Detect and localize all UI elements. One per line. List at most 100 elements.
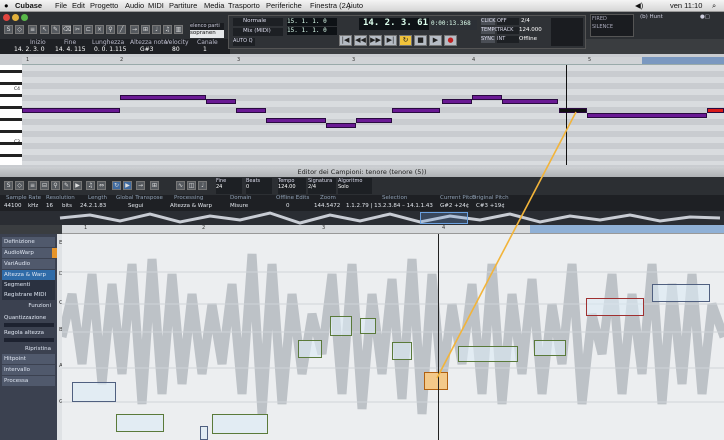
draw-tool-icon[interactable]: ✎ [51,25,60,34]
right-locator[interactable]: 15. 1. 1. 0 [287,27,337,35]
apple-icon[interactable]: ● [4,1,9,10]
range-tool-icon[interactable]: ⊟ [40,181,49,190]
bpm-display[interactable]: 124.000 [519,27,549,34]
time-display[interactable]: 0:00:13.368 [431,20,477,30]
inspector-definizione[interactable]: Definizione [2,237,55,247]
go-to-end-button[interactable]: ▶| [384,35,397,46]
value-global-transpose[interactable]: Segui [128,203,143,209]
inspector-quantizzazione[interactable]: Quantizzazione altezza [2,314,55,329]
volume-icon[interactable]: ◀) [635,1,643,10]
show-info-icon[interactable]: ≡ [28,25,37,34]
overview-view-rectangle[interactable] [420,212,468,224]
signature-display[interactable]: 2/4 [521,18,549,25]
menu-media[interactable]: Media [204,1,224,10]
pitch-segment-red[interactable] [586,298,644,316]
menu-periferiche[interactable]: Periferiche [266,1,302,10]
play-button[interactable]: ▶ [123,181,132,190]
left-locator[interactable]: 15. 1. 1. 0 [287,18,337,26]
midi-note[interactable] [326,123,356,128]
listen-button[interactable]: ◇ [15,25,24,34]
quantize-slider[interactable] [4,323,54,327]
quantize-icon[interactable]: ♩ [152,25,161,34]
rewind-button[interactable]: ◀◀ [354,35,367,46]
playhead-cursor[interactable] [566,65,567,165]
pitch-segment[interactable] [200,426,208,440]
solo-button[interactable]: S [4,181,13,190]
midi-note[interactable] [392,108,440,113]
glue-tool-icon[interactable]: ⊏ [84,25,93,34]
menu-midi[interactable]: MIDI [148,1,164,10]
inspector-processa[interactable]: Processa [2,376,55,386]
menu-trasporto[interactable]: Trasporto [228,1,260,10]
midi-note[interactable] [266,118,326,123]
close-window-icon[interactable] [3,14,10,21]
midi-note-red[interactable] [707,108,724,113]
waveform-overview[interactable] [0,211,724,225]
musical-mode-icon[interactable]: ♩ [198,181,207,190]
midi-note[interactable] [236,108,266,113]
waveform-icon[interactable]: ∿ [176,181,185,190]
listen-button[interactable]: ◇ [15,181,24,190]
note-grid[interactable] [22,65,724,165]
menu-partiture[interactable]: Partiture [169,1,197,10]
midi-note[interactable] [587,113,707,118]
field-algoritmo[interactable]: Algoritmo Solo [338,178,372,194]
inspector-segmenti[interactable]: Segmenti [2,280,55,290]
pitch-segment[interactable] [534,340,566,356]
midi-note[interactable] [22,108,120,113]
field-fine[interactable]: Fine 24 [216,178,242,194]
cycle-button[interactable]: ↻ [399,35,412,46]
straighten-slider[interactable] [4,338,54,342]
key-editor-ruler[interactable]: 1 2 3 3 4 5 [22,57,724,65]
pitch-segment[interactable] [330,316,352,336]
click-value[interactable]: OFF [497,18,519,25]
pitch-segment[interactable] [72,382,116,402]
solo-button[interactable]: S [4,25,13,34]
inspector-funzioni[interactable]: Funzioni [2,301,55,311]
midi-note[interactable] [472,95,502,100]
minimize-window-icon[interactable] [12,14,19,21]
record-mode-select[interactable]: Mix (MIDI) [233,28,283,36]
sample-editor-ruler[interactable]: 1 2 3 4 5 6 [62,225,724,234]
field-beats[interactable]: Beats 0 [246,178,272,194]
menu-audio[interactable]: Audio [125,1,144,10]
info-value-fine[interactable]: 14. 4. 115 [55,46,86,53]
autoscroll-icon[interactable]: → [130,25,139,34]
zoom-tool-icon[interactable]: ⚲ [106,25,115,34]
info-value-canale[interactable]: 1 [203,46,207,53]
midi-note[interactable] [356,118,392,123]
chord-icon[interactable]: ♫ [163,25,172,34]
loop-button[interactable]: ↻ [112,181,121,190]
snap-icon[interactable]: ⊞ [141,25,150,34]
field-tempo[interactable]: Tempo 124.00 [278,178,306,194]
forward-button[interactable]: ▶▶ [369,35,382,46]
pitch-segment[interactable] [392,342,412,360]
go-to-start-button[interactable]: |◀ [339,35,352,46]
sync-value[interactable]: INT [497,36,519,43]
main-position-display[interactable]: 14. 2. 3. 61 [359,18,429,30]
play-button[interactable]: ▶ [429,35,442,46]
record-button[interactable]: ● [444,35,457,46]
object-select-tool-icon[interactable]: ↖ [40,25,49,34]
menu-finestra[interactable]: Finestra (2.) [310,1,350,10]
time-warp-icon[interactable]: ⇔ [97,181,106,190]
snap-icon[interactable]: ⊞ [150,181,159,190]
tempo-track-value[interactable]: TRACK [497,27,519,34]
audio-event-icon[interactable]: ◫ [187,181,196,190]
zoom-window-icon[interactable] [21,14,28,21]
midi-note[interactable] [206,99,236,104]
field-signatura[interactable]: Signatura 2/4 [308,178,336,194]
menu-cubase[interactable]: Cubase [15,1,42,10]
scrub-tool-icon[interactable]: ♫ [86,181,95,190]
info-value-lunghezza[interactable]: 0. 0. 1.115 [94,46,126,53]
inspector-registrare-midi[interactable]: Registrare MIDI [2,290,55,300]
play-tool-icon[interactable]: ▶ [73,181,82,190]
autoscroll-icon[interactable]: → [136,181,145,190]
menu-file[interactable]: File [55,1,67,10]
inspector-regola-altezza[interactable]: Regola altezza note [2,329,55,344]
inspector-audiowarp[interactable]: AudioWarp [2,248,55,258]
cycle-range-marker[interactable] [642,57,724,64]
inspector-intervallo[interactable]: Intervallo [2,365,55,375]
zoom-tool-icon[interactable]: ⚲ [51,181,60,190]
menu-progetto[interactable]: Progetto [90,1,118,10]
